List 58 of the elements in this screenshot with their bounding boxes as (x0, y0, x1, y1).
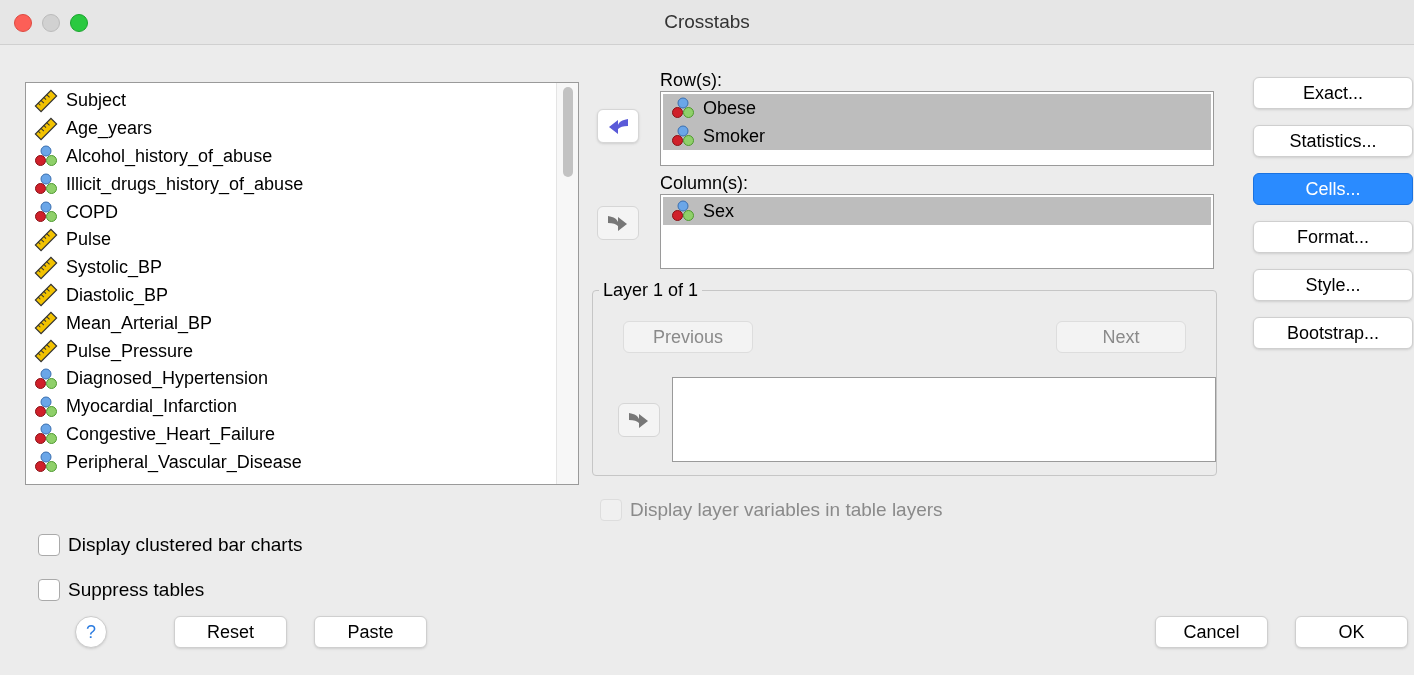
variable-item[interactable]: Obese (663, 94, 1211, 122)
circles-icon (34, 422, 58, 447)
circles-icon (671, 199, 695, 223)
help-button[interactable]: ? (75, 616, 107, 648)
checkbox-label: Display clustered bar charts (68, 533, 303, 557)
circles-icon (34, 394, 58, 419)
zoom-icon[interactable] (70, 14, 88, 32)
push-button[interactable]: Exact... (1253, 77, 1413, 109)
rows-list[interactable]: Obese Smoker (660, 91, 1214, 166)
arrow-right-icon (607, 214, 629, 232)
push-button[interactable]: Format... (1253, 221, 1413, 253)
checkbox-label: Display layer variables in table layers (630, 498, 943, 522)
window-title: Crosstabs (664, 9, 750, 34)
push-button[interactable]: Reset (174, 616, 287, 648)
circles-icon (34, 366, 58, 391)
arrow-left-icon (607, 117, 629, 135)
variable-item[interactable]: Pulse (26, 226, 556, 254)
move-button[interactable] (597, 109, 639, 143)
variable-item[interactable]: Diastolic_BP (26, 281, 556, 310)
circles-icon (671, 96, 695, 120)
checkbox[interactable] (38, 578, 60, 601)
variable-item[interactable]: Myocardial_Infarction (26, 392, 556, 421)
circles-icon (34, 450, 58, 475)
variable-item[interactable]: Systolic_BP (26, 253, 556, 282)
circles-icon (34, 172, 58, 197)
variable-list[interactable] (25, 82, 579, 485)
variable-item[interactable]: Age_years (26, 114, 556, 143)
scrollbar[interactable] (556, 83, 578, 484)
circles-icon (34, 144, 58, 169)
list-label: Row(s): (660, 69, 723, 91)
push-button[interactable]: OK (1295, 616, 1408, 648)
variable-item[interactable]: Pulse_Pressure (26, 337, 556, 365)
layer-list[interactable] (672, 377, 1216, 462)
arrow-right-icon (628, 410, 650, 429)
close-icon[interactable] (14, 14, 32, 32)
push-button[interactable]: Style... (1253, 269, 1413, 301)
circles-icon (34, 200, 58, 225)
variable-item[interactable]: Smoker (663, 122, 1211, 150)
variable-item[interactable]: Subject (26, 87, 556, 115)
list-label: Column(s): (660, 172, 749, 194)
checkbox-label: Suppress tables (68, 577, 205, 602)
push-button[interactable]: Bootstrap... (1253, 317, 1413, 349)
variable-item[interactable]: Diagnosed_Hypertension (26, 364, 556, 393)
columns-list[interactable]: Sex (660, 194, 1214, 269)
variable-item[interactable]: Illicit_drugs_history_of_abuse (26, 170, 556, 199)
variable-item[interactable]: Mean_Arterial_BP (26, 309, 556, 338)
circles-icon (671, 124, 695, 148)
variable-item[interactable]: Sex (663, 197, 1211, 225)
push-button[interactable]: Paste (314, 616, 427, 648)
push-button[interactable]: Cancel (1155, 616, 1268, 648)
variable-item[interactable]: Alcohol_history_of_abuse (26, 142, 556, 171)
checkbox[interactable] (38, 534, 60, 557)
minimize-icon[interactable] (42, 14, 60, 32)
variable-item[interactable]: Peripheral_Vascular_Disease (26, 448, 556, 477)
scroll-thumb[interactable] (562, 87, 573, 177)
push-button[interactable]: Statistics... (1253, 125, 1413, 157)
variable-item[interactable]: COPD (26, 198, 556, 226)
variable-item[interactable]: Congestive_Heart_Failure (26, 420, 556, 449)
